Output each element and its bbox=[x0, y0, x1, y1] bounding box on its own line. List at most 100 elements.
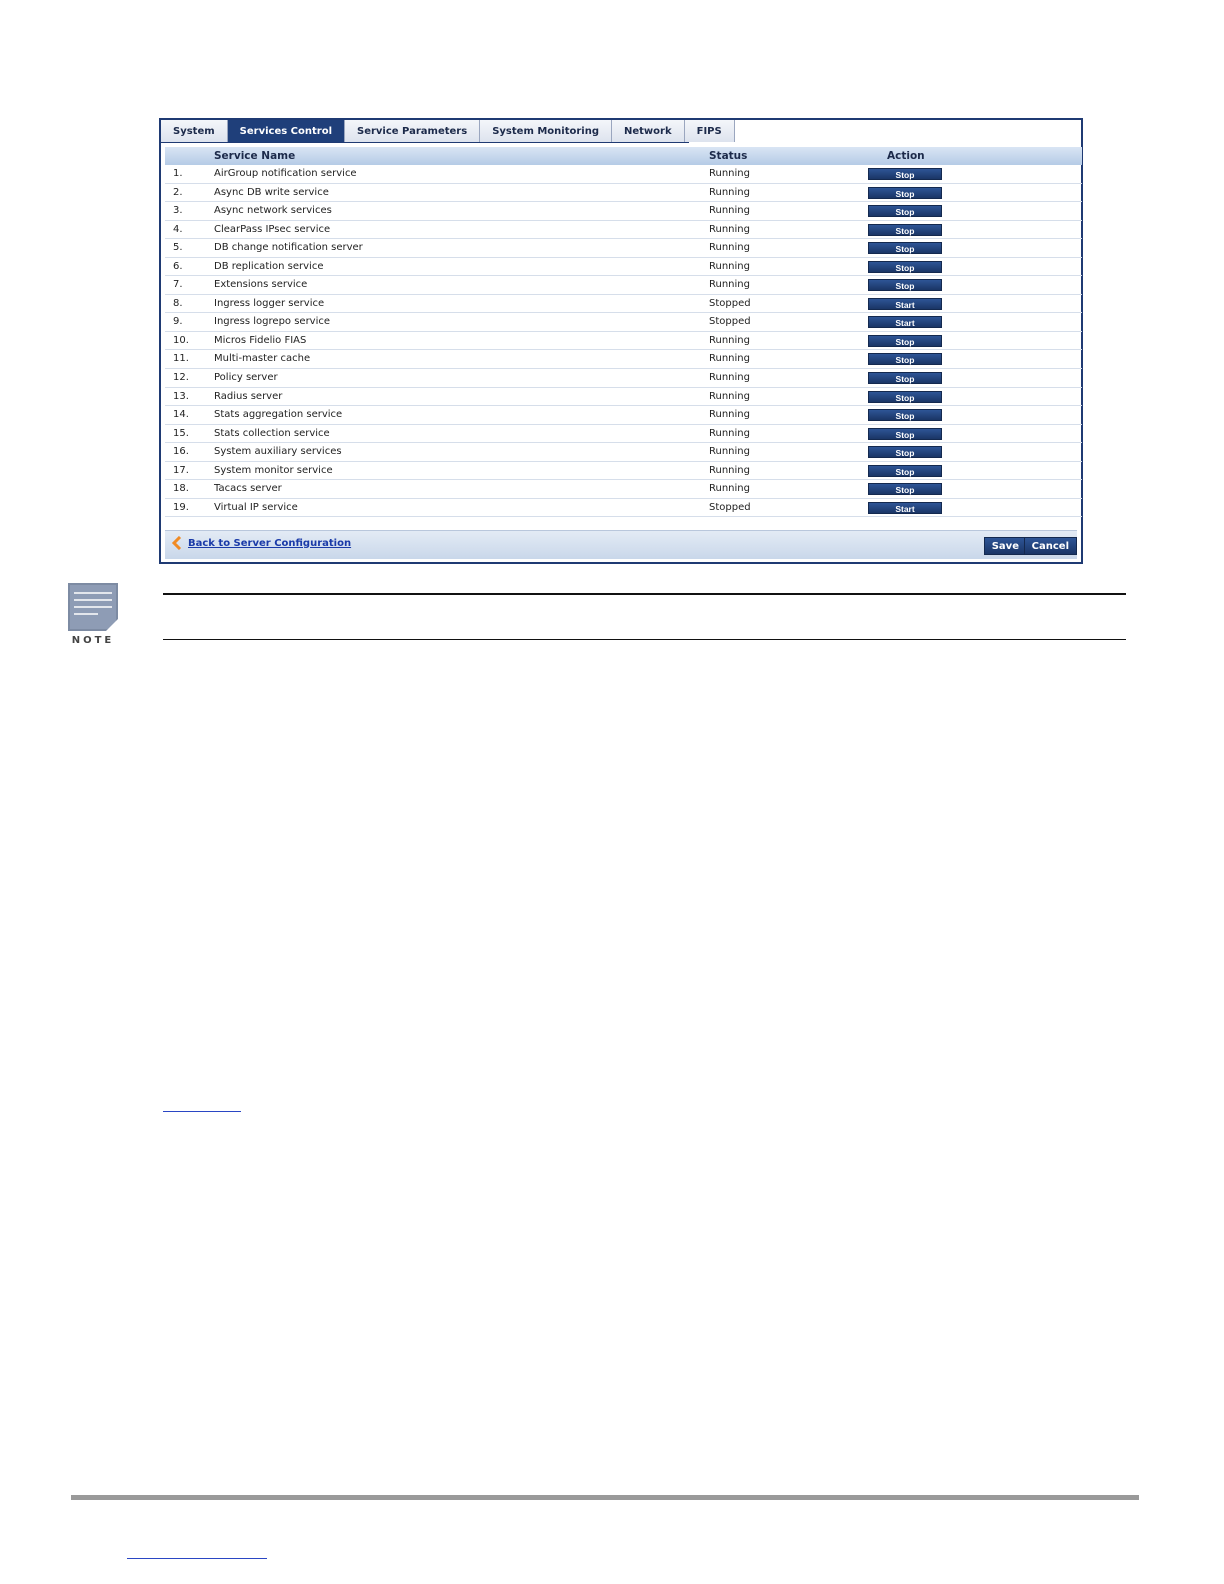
stop-service-button[interactable]: Stop bbox=[868, 483, 942, 496]
table-row: 10. Micros Fidelio FIAS Running Stop bbox=[165, 332, 1082, 351]
table-row: 8. Ingress logger service Stopped Start bbox=[165, 295, 1082, 314]
note-label: NOTE bbox=[72, 635, 115, 645]
row-number: 18. bbox=[173, 483, 189, 495]
row-number: 13. bbox=[173, 390, 189, 402]
table-row: 2. Async DB write service Running Stop bbox=[165, 184, 1082, 203]
action-cell: Start bbox=[868, 501, 942, 514]
action-cell: Stop bbox=[868, 409, 942, 422]
stop-service-button[interactable]: Stop bbox=[868, 223, 942, 236]
tab-fips[interactable]: FIPS bbox=[684, 120, 735, 142]
action-cell: Stop bbox=[868, 446, 942, 459]
row-number: 10. bbox=[173, 334, 189, 346]
service-name: DB change notification server bbox=[214, 242, 363, 254]
service-name: ClearPass IPsec service bbox=[214, 223, 331, 235]
stop-service-button[interactable]: Stop bbox=[868, 205, 942, 218]
start-service-button[interactable]: Start bbox=[868, 501, 942, 514]
page-footer-rule bbox=[71, 1495, 1139, 1500]
service-name: Stats collection service bbox=[214, 427, 330, 439]
table-row: 4. ClearPass IPsec service Running Stop bbox=[165, 221, 1082, 240]
service-status: Running bbox=[709, 242, 750, 254]
row-number: 2. bbox=[173, 186, 183, 198]
service-name: Stats aggregation service bbox=[214, 409, 343, 421]
action-cell: Stop bbox=[868, 205, 942, 218]
note-rule-top bbox=[163, 593, 1126, 595]
note-rule-bottom bbox=[163, 639, 1126, 640]
stop-service-button[interactable]: Stop bbox=[868, 279, 942, 292]
service-status: Running bbox=[709, 168, 750, 179]
cancel-button[interactable]: Cancel bbox=[1023, 537, 1077, 555]
table-row: 16. System auxiliary services Running Stop bbox=[165, 443, 1082, 462]
table-row: 18. Tacacs server Running Stop bbox=[165, 480, 1082, 499]
service-status: Running bbox=[709, 223, 750, 235]
service-name: Ingress logrepo service bbox=[214, 316, 331, 328]
header-service-name: Service Name bbox=[214, 150, 296, 162]
tab-bar: System Services Control Service Parameters… bbox=[161, 120, 735, 143]
action-cell: Stop bbox=[868, 168, 942, 180]
table-header: Service Name Status Action bbox=[165, 147, 1082, 165]
stop-service-button[interactable]: Stop bbox=[868, 464, 942, 477]
action-cell: Stop bbox=[868, 260, 942, 273]
row-number: 3. bbox=[173, 205, 183, 217]
tab-system[interactable]: System bbox=[161, 120, 228, 142]
tab-service-parameters[interactable]: Service Parameters bbox=[345, 120, 481, 142]
header-status: Status bbox=[709, 150, 748, 162]
back-to-server-configuration-link[interactable]: Back to Server Configuration bbox=[171, 536, 351, 550]
service-name: DB replication service bbox=[214, 260, 324, 272]
stop-service-button[interactable]: Stop bbox=[868, 427, 942, 440]
start-service-button[interactable]: Start bbox=[868, 297, 942, 310]
stop-service-button[interactable]: Stop bbox=[868, 168, 942, 180]
action-cell: Stop bbox=[868, 353, 942, 366]
table-row: 6. DB replication service Running Stop bbox=[165, 258, 1082, 277]
service-status: Running bbox=[709, 372, 750, 384]
back-arrow-icon bbox=[171, 536, 182, 550]
table-row: 15. Stats collection service Running Stop bbox=[165, 425, 1082, 444]
stop-service-button[interactable]: Stop bbox=[868, 390, 942, 403]
table-row: 11. Multi-master cache Running Stop bbox=[165, 350, 1082, 370]
service-status: Running bbox=[709, 390, 750, 402]
tab-system-monitoring[interactable]: System Monitoring bbox=[480, 120, 612, 142]
row-number: 7. bbox=[173, 279, 183, 291]
service-status: Running bbox=[709, 279, 750, 291]
service-name: Virtual IP service bbox=[214, 501, 298, 513]
stop-service-button[interactable]: Stop bbox=[868, 446, 942, 459]
stop-service-button[interactable]: Stop bbox=[868, 260, 942, 273]
stop-service-button[interactable]: Stop bbox=[868, 334, 942, 347]
start-service-button[interactable]: Start bbox=[868, 316, 942, 329]
back-link-label: Back to Server Configuration bbox=[188, 537, 352, 549]
save-button[interactable]: Save bbox=[983, 537, 1027, 555]
table-row: 19. Virtual IP service Stopped Start bbox=[165, 499, 1082, 518]
stop-service-button[interactable]: Stop bbox=[868, 372, 942, 385]
row-number: 16. bbox=[173, 446, 189, 458]
service-name: Ingress logger service bbox=[214, 297, 325, 309]
service-name: Tacacs server bbox=[214, 483, 282, 495]
service-status: Stopped bbox=[709, 297, 751, 309]
stop-service-button[interactable]: Stop bbox=[868, 409, 942, 422]
service-status: Running bbox=[709, 464, 750, 476]
action-cell: Start bbox=[868, 316, 942, 329]
service-name: Policy server bbox=[214, 372, 278, 384]
stop-service-button[interactable]: Stop bbox=[868, 242, 942, 255]
action-cell: Stop bbox=[868, 390, 942, 403]
action-cell: Stop bbox=[868, 279, 942, 292]
action-cell: Stop bbox=[868, 372, 942, 385]
tab-network[interactable]: Network bbox=[612, 120, 685, 142]
table-row: 1. AirGroup notification service Running St… bbox=[165, 165, 1082, 184]
service-status: Running bbox=[709, 427, 750, 439]
row-number: 17. bbox=[173, 464, 189, 476]
stop-service-button[interactable]: Stop bbox=[868, 353, 942, 366]
service-name: Micros Fidelio FIAS bbox=[214, 334, 307, 346]
service-name: AirGroup notification service bbox=[214, 168, 357, 179]
service-name: System auxiliary services bbox=[214, 446, 342, 458]
server-config-screenshot: System Services Control Service Parameters… bbox=[159, 118, 1083, 564]
tab-services-control[interactable]: Services Control bbox=[227, 120, 345, 142]
service-name: System monitor service bbox=[214, 464, 333, 476]
panel-footer: Back to Server Configuration Save Cancel bbox=[165, 530, 1077, 559]
table-row: 12. Policy server Running Stop bbox=[165, 369, 1082, 388]
service-status: Running bbox=[709, 260, 750, 272]
action-cell: Stop bbox=[868, 186, 942, 199]
row-number: 5. bbox=[173, 242, 183, 254]
header-action: Action bbox=[887, 150, 925, 162]
action-cell: Stop bbox=[868, 223, 942, 236]
action-cell: Start bbox=[868, 297, 942, 310]
stop-service-button[interactable]: Stop bbox=[868, 186, 942, 199]
